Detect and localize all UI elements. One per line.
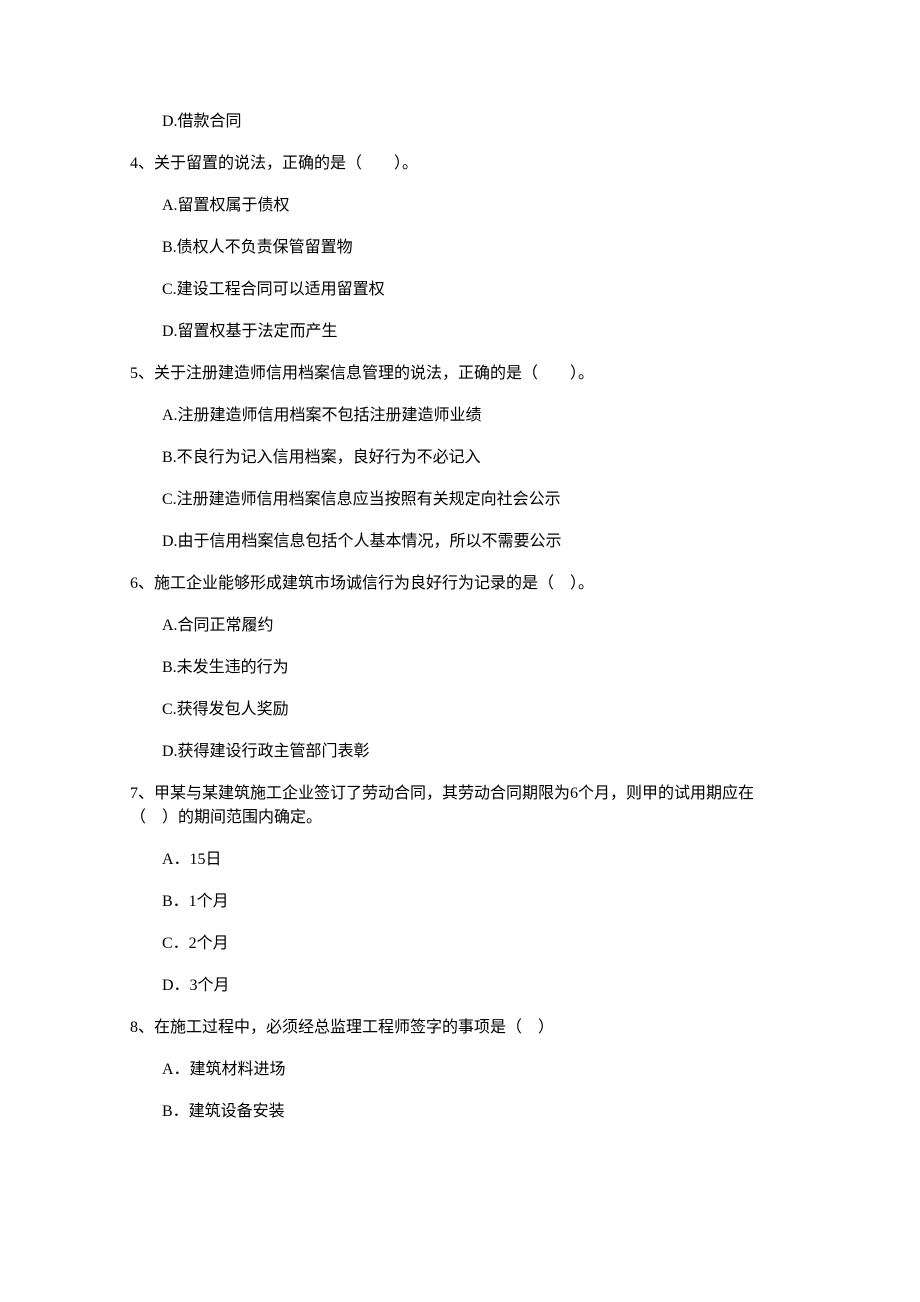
document-page: D.借款合同 4、关于留置的说法，正确的是（ ）。 A.留置权属于债权 B.债权… [0, 0, 920, 1198]
option-a: A．建筑材料进场 [162, 1058, 790, 1082]
question-4: 4、关于留置的说法，正确的是（ ）。 A.留置权属于债权 B.债权人不负责保管留… [130, 152, 790, 344]
option-c: C.获得发包人奖励 [162, 698, 790, 722]
options-group: A．建筑材料进场 B．建筑设备安装 [130, 1058, 790, 1124]
option-c: C.注册建造师信用档案信息应当按照有关规定向社会公示 [162, 488, 790, 512]
option-b: B．1个月 [162, 890, 790, 914]
option-b: B.不良行为记入信用档案，良好行为不必记入 [162, 446, 790, 470]
option-a: A.留置权属于债权 [162, 194, 790, 218]
question-8: 8、在施工过程中，必须经总监理工程师签字的事项是（ ） A．建筑材料进场 B．建… [130, 1016, 790, 1124]
question-stem: 6、施工企业能够形成建筑市场诚信行为良好行为记录的是（ ）。 [130, 572, 790, 596]
option-d: D.由于信用档案信息包括个人基本情况，所以不需要公示 [162, 530, 790, 554]
option-b: B.债权人不负责保管留置物 [162, 236, 790, 260]
question-stem: 4、关于留置的说法，正确的是（ ）。 [130, 152, 790, 176]
option-c: C．2个月 [162, 932, 790, 956]
question-6: 6、施工企业能够形成建筑市场诚信行为良好行为记录的是（ ）。 A.合同正常履约 … [130, 572, 790, 764]
question-stem: 5、关于注册建造师信用档案信息管理的说法，正确的是（ ）。 [130, 362, 790, 386]
option-b: B.未发生违的行为 [162, 656, 790, 680]
question-stem: 8、在施工过程中，必须经总监理工程师签字的事项是（ ） [130, 1016, 790, 1040]
option-a: A.注册建造师信用档案不包括注册建造师业绩 [162, 404, 790, 428]
option-c: C.建设工程合同可以适用留置权 [162, 278, 790, 302]
option-d: D．3个月 [162, 974, 790, 998]
options-group: A．15日 B．1个月 C．2个月 D．3个月 [130, 848, 790, 998]
options-group: A.合同正常履约 B.未发生违的行为 C.获得发包人奖励 D.获得建设行政主管部… [130, 614, 790, 764]
options-group: A.留置权属于债权 B.债权人不负责保管留置物 C.建设工程合同可以适用留置权 … [130, 194, 790, 344]
stem-line-2: （ ）的期间范围内确定。 [130, 809, 322, 826]
option-b: B．建筑设备安装 [162, 1100, 790, 1124]
options-group: A.注册建造师信用档案不包括注册建造师业绩 B.不良行为记入信用档案，良好行为不… [130, 404, 790, 554]
question-7: 7、甲某与某建筑施工企业签订了劳动合同，其劳动合同期限为6个月，则甲的试用期应在… [130, 782, 790, 998]
question-5: 5、关于注册建造师信用档案信息管理的说法，正确的是（ ）。 A.注册建造师信用档… [130, 362, 790, 554]
stem-line-1: 7、甲某与某建筑施工企业签订了劳动合同，其劳动合同期限为6个月，则甲的试用期应在 [130, 785, 754, 802]
option-a: A．15日 [162, 848, 790, 872]
option-a: A.合同正常履约 [162, 614, 790, 638]
question-stem: 7、甲某与某建筑施工企业签订了劳动合同，其劳动合同期限为6个月，则甲的试用期应在… [130, 782, 790, 830]
option-d-orphan: D.借款合同 [130, 110, 790, 134]
option-d: D.获得建设行政主管部门表彰 [162, 740, 790, 764]
option-d: D.留置权基于法定而产生 [162, 320, 790, 344]
